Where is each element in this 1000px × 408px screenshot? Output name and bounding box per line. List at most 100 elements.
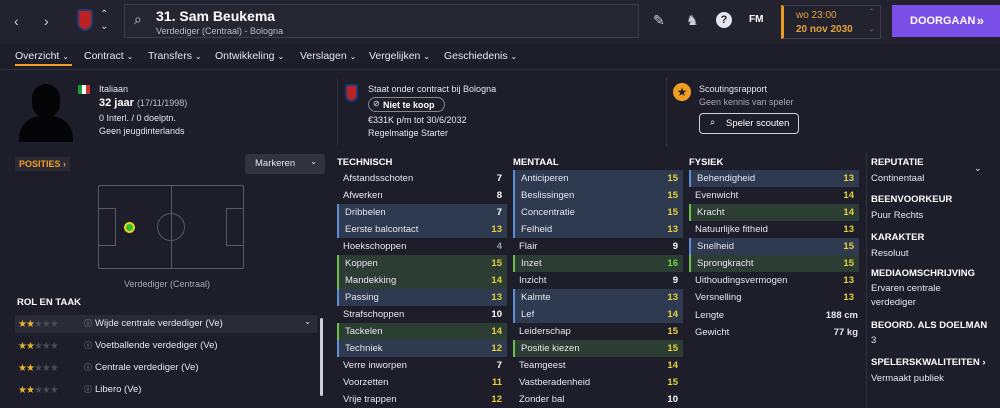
attribute-row[interactable]: Behendigheid 13 [689,170,859,187]
continue-button[interactable]: DOORGAAN» [892,5,1000,37]
traits-header[interactable]: SPELERSKWALITEITEN › [871,357,986,368]
roles-header: ROL EN TAAK [17,297,82,308]
attribute-row[interactable]: Inzet 16 [513,255,683,272]
attribute-row[interactable]: Afwerken 8 [337,187,507,204]
reputation-header[interactable]: REPUTATIE [871,157,923,168]
attribute-row[interactable]: Techniek 12 [337,340,507,357]
attribute-row[interactable]: Flair 9 [513,238,683,255]
forward-icon[interactable]: › [44,14,49,28]
role-row[interactable]: ★★★★★ ⓘ Wijde centrale verdediger (Ve) ⌄ [15,315,317,333]
attribute-value: 11 [491,377,502,388]
attribute-row[interactable]: Leiderschap 15 [513,323,683,340]
attribute-value: 15 [667,326,678,337]
tab-vergelijken[interactable]: Vergelijken ⌄ [369,50,430,62]
media-value-1: Ervaren centrale [871,283,941,294]
attribute-row[interactable]: Passing 13 [337,289,507,306]
flag-icon [78,85,90,94]
positions-header[interactable]: POSITIES › [15,157,71,171]
attribute-row[interactable]: Sprongkracht 15 [689,255,859,272]
tab-ontwikkeling[interactable]: Ontwikkeling ⌄ [215,50,284,62]
attribute-name: Beslissingen [521,190,575,201]
attribute-row[interactable]: Positie kiezen 15 [513,340,683,357]
attribute-row[interactable]: Kracht 14 [689,204,859,221]
attribute-row[interactable]: Dribbelen 7 [337,204,507,221]
attribute-name: Strafschoppen [343,309,405,320]
attribute-name: Anticiperen [521,173,569,184]
scout-player-button[interactable]: ⌕ Speler scouten [699,113,799,134]
attribute-name: Positie kiezen [521,343,580,354]
tab-geschiedenis[interactable]: Geschiedenis ⌄ [444,50,517,62]
attribute-value: 14 [843,190,854,201]
attribute-row[interactable]: Kalmte 13 [513,289,683,306]
fysiek-header: FYSIEK [689,157,724,168]
search-icon[interactable]: ⌕ [134,12,142,26]
attribute-row[interactable]: Lef 14 [513,306,683,323]
attribute-name: Techniek [345,343,383,354]
date-box[interactable]: wo 23:00 20 nov 2030 ⌃ ⌄ [781,5,881,39]
attribute-value: 15 [667,207,678,218]
attribute-row[interactable]: Hoekschoppen 4 [337,238,507,255]
role-row[interactable]: ★★★★★ ⓘ Voetballende verdediger (Ve) [15,337,317,355]
attribute-row[interactable]: Evenwicht 14 [689,187,859,204]
mark-dropdown[interactable]: Markeren ⌄ [245,154,325,174]
tab-transfers[interactable]: Transfers ⌄ [148,50,202,62]
attribute-row[interactable]: Afstandsschoten 7 [337,170,507,187]
attribute-value: 13 [491,224,502,235]
date-time: wo 23:00 [796,10,837,21]
transfer-status-badge[interactable]: ⊘ Niet te koop [368,97,445,112]
attribute-row[interactable]: Versnelling 13 [689,289,859,306]
arrow-down-icon[interactable]: ⌄ [100,20,108,34]
attribute-row[interactable]: Strafschoppen 10 [337,306,507,323]
attribute-row[interactable]: Vastberadenheid 15 [513,374,683,391]
attribute-value: 13 [667,224,678,235]
attribute-value: 14 [667,309,678,320]
attribute-row[interactable]: Anticiperen 15 [513,170,683,187]
attribute-row[interactable]: Teamgeest 14 [513,357,683,374]
attribute-row[interactable]: Uithoudingsvermogen 13 [689,272,859,289]
attribute-value: 15 [667,190,678,201]
attribute-row[interactable]: Eerste balcontact 13 [337,221,507,238]
edit-icon[interactable]: ✎ [653,13,665,27]
chevron-down-icon: ⌄ [310,157,317,166]
tab-contract[interactable]: Contract ⌄ [84,50,133,62]
attribute-value: 15 [667,173,678,184]
attribute-row[interactable]: Beslissingen 15 [513,187,683,204]
attribute-value: 12 [491,394,502,405]
attribute-row[interactable]: Voorzetten 11 [337,374,507,391]
attribute-row[interactable]: Concentratie 15 [513,204,683,221]
tab-verslagen[interactable]: Verslagen ⌄ [300,50,356,62]
attribute-row[interactable]: Verre inworpen 7 [337,357,507,374]
tab-overzicht[interactable]: Overzicht ⌄ [15,50,69,62]
attribute-value: 14 [491,275,502,286]
attribute-value: 13 [843,224,854,235]
attribute-row[interactable]: Koppen 15 [337,255,507,272]
attribute-row[interactable]: Inzicht 9 [513,272,683,289]
attribute-row[interactable]: Snelheid 15 [689,238,859,255]
scrollbar[interactable] [320,318,323,396]
attribute-row[interactable]: Tackelen 14 [337,323,507,340]
attribute-name: Kracht [697,207,725,218]
fm-logo[interactable]: FM [749,14,763,25]
attribute-row[interactable]: Zonder bal 10 [513,391,683,408]
attribute-value: 15 [843,258,854,269]
back-icon[interactable]: ‹ [14,14,19,28]
active-tab-indicator [15,64,72,66]
nationality: Italiaan [99,84,129,94]
role-row[interactable]: ★★★★★ ⓘ Libero (Ve) [15,381,317,399]
attribute-name: Passing [345,292,379,303]
attribute-value: 16 [667,258,678,269]
squad-role: Regelmatige Starter [368,128,449,138]
divider [0,69,1000,70]
chevron-down-icon[interactable]: ⌄ [974,163,982,174]
role-row[interactable]: ★★★★★ ⓘ Centrale verdediger (Ve) [15,359,317,377]
attribute-row[interactable]: Mandekking 14 [337,272,507,289]
attribute-name: Zonder bal [519,394,565,405]
attribute-row[interactable]: Felheid 13 [513,221,683,238]
attribute-row[interactable]: Natuurlijke fitheid 13 [689,221,859,238]
attribute-value: 10 [491,309,502,320]
attribute-row[interactable]: Vrije trappen 12 [337,391,507,408]
player-avatar [17,78,75,142]
club-crest-icon[interactable]: ♞ [686,13,699,27]
help-icon[interactable]: ? [716,12,732,28]
attribute-name: Kalmte [521,292,551,303]
